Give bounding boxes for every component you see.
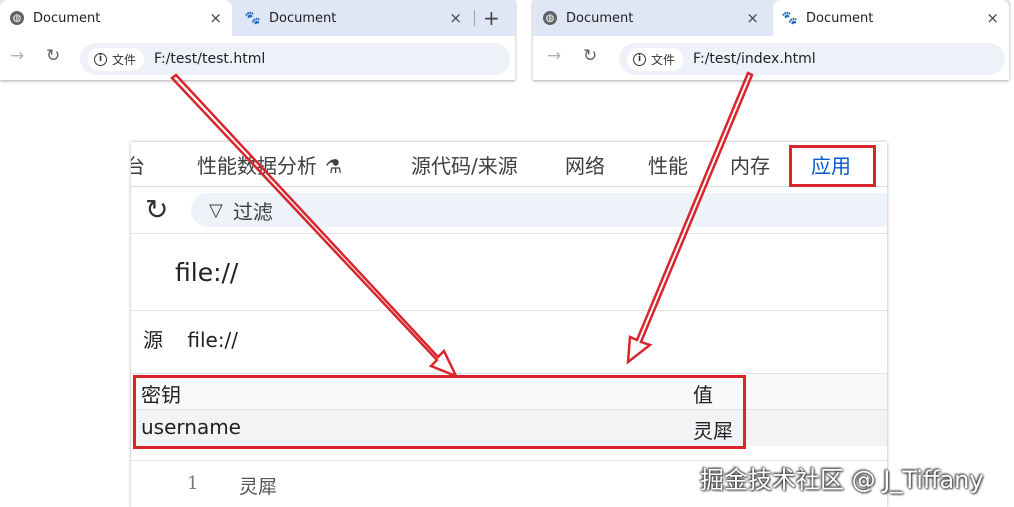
- source-row: 源 file://: [143, 324, 238, 353]
- tab-document-active[interactable]: ◍ Document ×: [0, 0, 232, 36]
- reload-icon[interactable]: ↻: [46, 46, 60, 66]
- tab-strip: ◍ Document × 🐾 Document × +: [0, 0, 515, 36]
- site-info-chip[interactable]: i 文件: [88, 47, 145, 71]
- highlight-storage-table: [133, 375, 746, 449]
- devtools-tab-bar: 台 性能数据分析 ⚗ 源代码/来源 网络 性能 内存 应用: [131, 142, 887, 187]
- baidu-paw-icon: 🐾: [244, 10, 262, 26]
- new-tab-button[interactable]: +: [483, 0, 500, 36]
- close-tab-icon[interactable]: ×: [746, 9, 759, 27]
- divider: [131, 310, 887, 311]
- tab-console[interactable]: 台: [131, 150, 145, 179]
- forward-arrow-icon[interactable]: →: [547, 46, 561, 66]
- tab-network[interactable]: 网络: [565, 150, 605, 179]
- close-tab-icon[interactable]: ×: [449, 9, 462, 27]
- tab-title: Document: [566, 10, 634, 26]
- address-bar[interactable]: i 文件 F:/test/index.html: [619, 43, 1005, 75]
- right-browser-window: ◍ Document × 🐾 Document × → ↻ i 文件 F:/te…: [533, 0, 1009, 80]
- source-label: 源: [143, 328, 163, 352]
- tab-title: Document: [269, 10, 337, 26]
- storage-toolbar: ↻ ▽ 过滤: [131, 187, 887, 234]
- tab-document-active[interactable]: 🐾 Document ×: [773, 0, 1009, 36]
- tab-title: Document: [33, 10, 101, 26]
- tab-title: Document: [806, 10, 874, 26]
- filter-input[interactable]: ▽ 过滤: [191, 193, 887, 227]
- preview-value: 灵犀: [239, 476, 278, 498]
- tab-document[interactable]: 🐾 Document ×: [236, 0, 472, 36]
- site-info-chip[interactable]: i 文件: [627, 47, 684, 71]
- info-icon: i: [633, 52, 646, 66]
- forward-arrow-icon[interactable]: →: [10, 46, 24, 66]
- info-icon: i: [94, 52, 107, 66]
- close-tab-icon[interactable]: ×: [209, 9, 222, 27]
- tab-document[interactable]: ◍ Document ×: [533, 0, 769, 36]
- baidu-paw-icon: 🐾: [781, 10, 799, 26]
- funnel-icon: ▽: [209, 199, 223, 221]
- browser-toolbar: → ↻ i 文件 F:/test/index.html: [533, 36, 1009, 80]
- site-info-label: 文件: [651, 52, 676, 67]
- tab-performance-insights[interactable]: 性能数据分析 ⚗: [197, 150, 342, 179]
- tab-label: 性能数据分析: [197, 154, 317, 178]
- tab-sources[interactable]: 源代码/来源: [411, 150, 518, 179]
- tab-memory[interactable]: 内存: [730, 150, 770, 179]
- refresh-icon[interactable]: ↻: [145, 193, 168, 226]
- watermark: 掘金技术社区 @ J_Tiffany: [700, 466, 984, 494]
- source-value: file://: [187, 328, 239, 352]
- close-tab-icon[interactable]: ×: [986, 9, 999, 27]
- tab-divider: [474, 10, 475, 26]
- highlight-application-tab: [789, 145, 876, 187]
- flask-icon: ⚗: [325, 156, 343, 178]
- url-text: F:/test/index.html: [693, 51, 816, 67]
- tab-strip: ◍ Document × 🐾 Document ×: [533, 0, 1009, 36]
- address-bar[interactable]: i 文件 F:/test/test.html: [80, 43, 510, 75]
- filter-placeholder: 过滤: [232, 199, 273, 224]
- origin-title: file://: [175, 258, 239, 287]
- tab-performance[interactable]: 性能: [648, 150, 688, 179]
- preview-line-number: 1: [187, 473, 199, 494]
- reload-icon[interactable]: ↻: [583, 46, 597, 66]
- devtools-panel: 台 性能数据分析 ⚗ 源代码/来源 网络 性能 内存 应用 ↻ ▽ 过滤 file…: [131, 142, 887, 507]
- left-browser-window: ◍ Document × 🐾 Document × + → ↻ i 文件 F:/…: [0, 0, 515, 80]
- url-text: F:/test/test.html: [154, 51, 266, 67]
- globe-icon: ◍: [10, 11, 24, 25]
- browser-toolbar: → ↻ i 文件 F:/test/test.html: [0, 36, 515, 80]
- globe-icon: ◍: [543, 11, 557, 25]
- site-info-label: 文件: [112, 52, 137, 67]
